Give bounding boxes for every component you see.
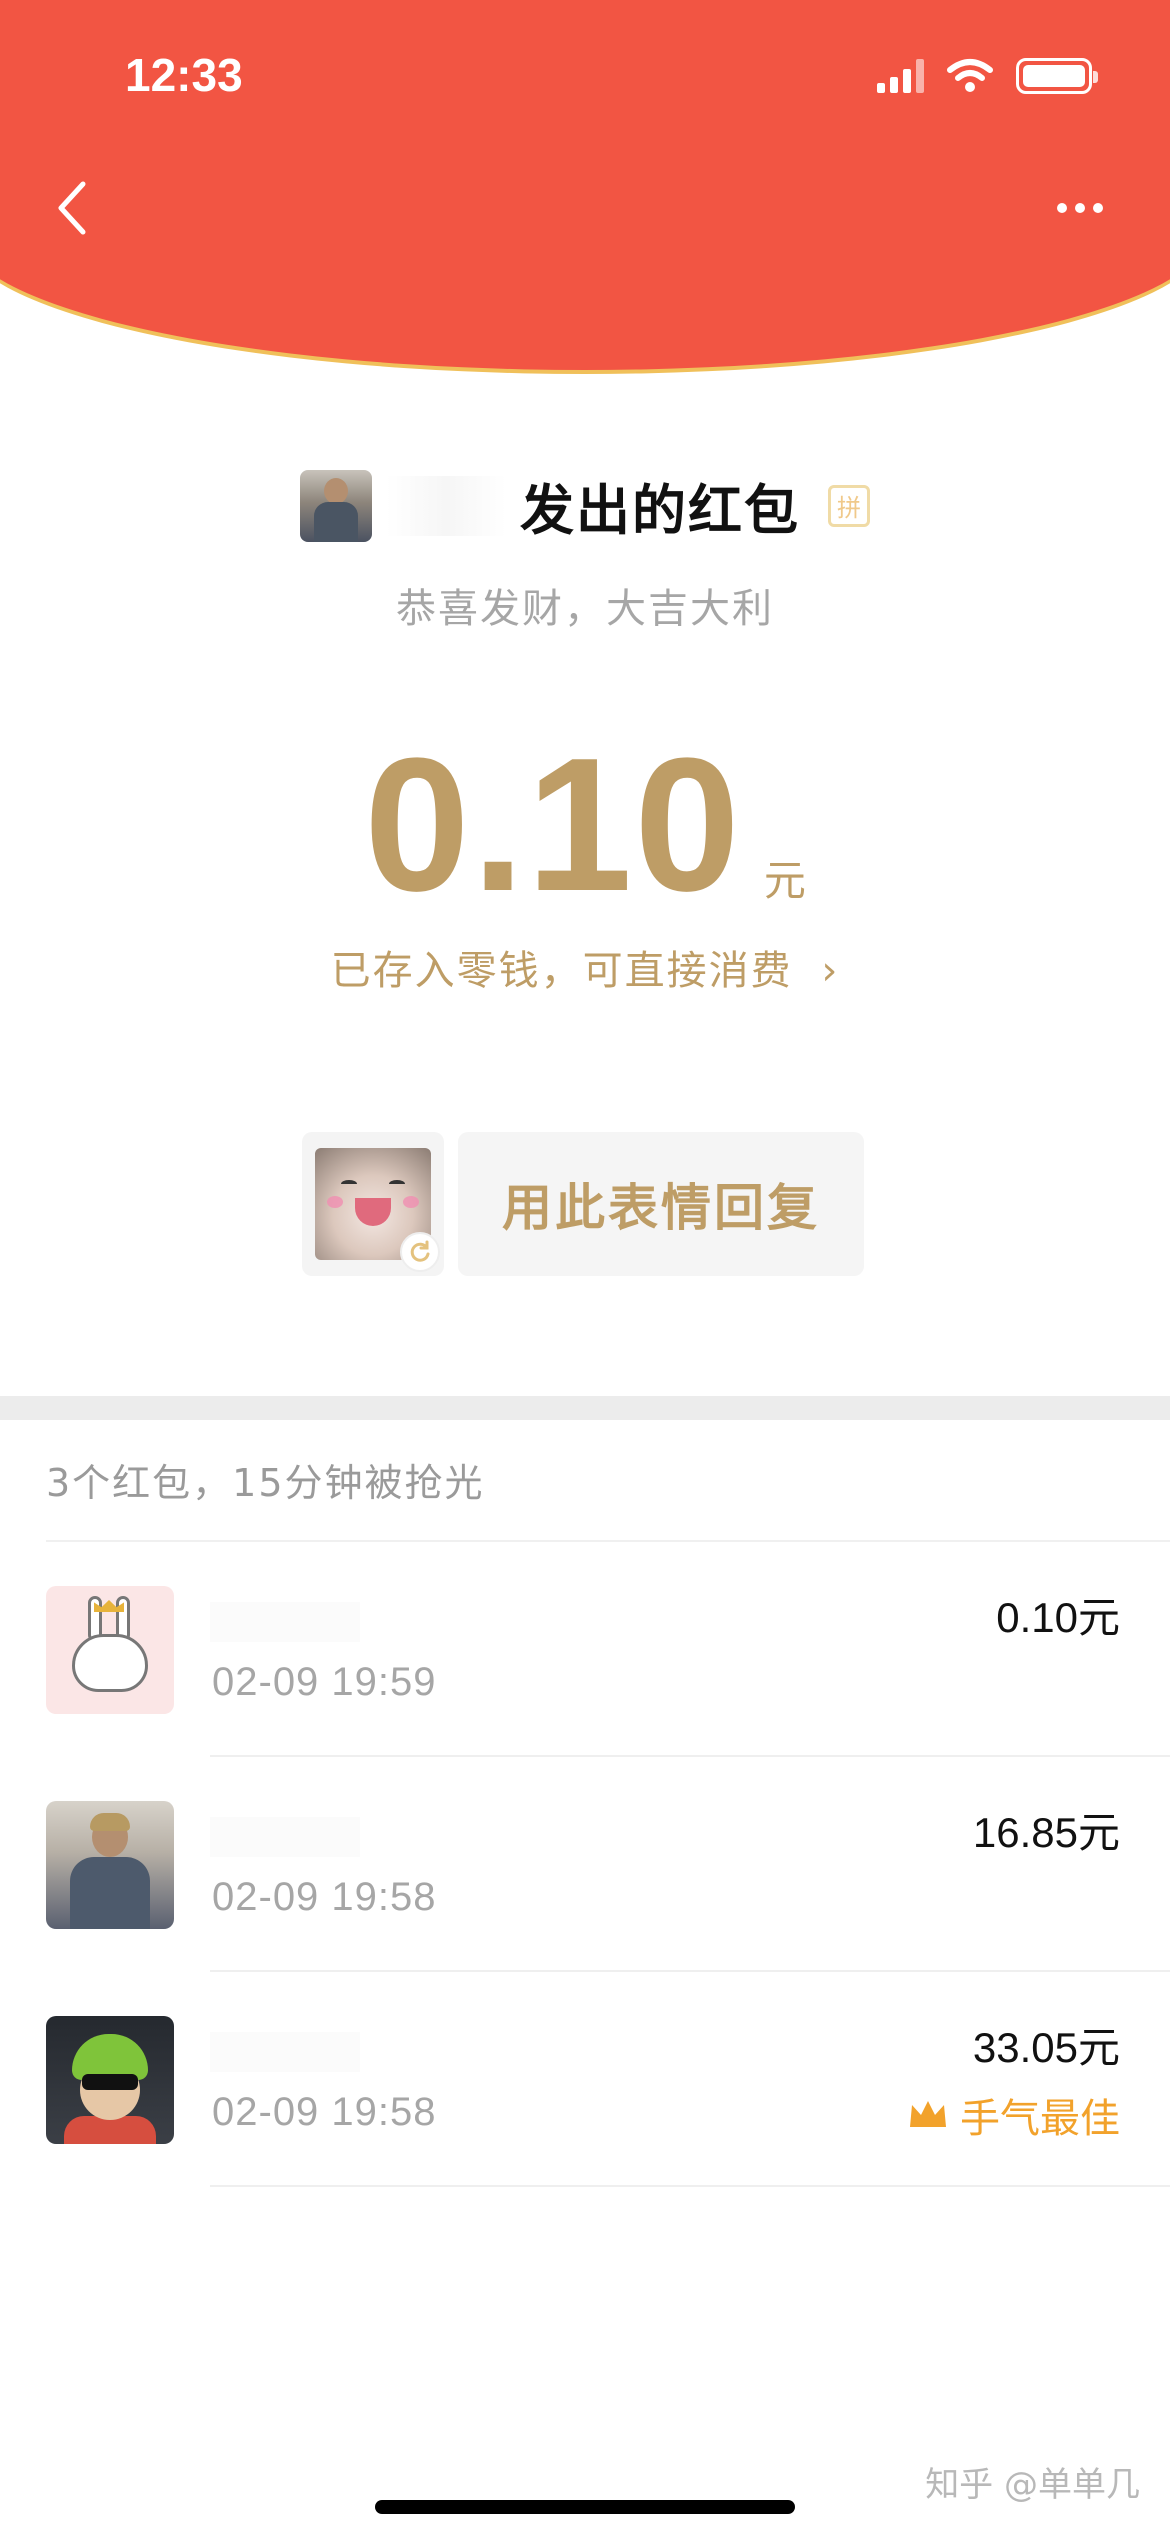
status-time: 12:33 (125, 49, 243, 101)
receive-amount: 33.05元 (972, 2024, 1120, 2071)
refresh-icon[interactable] (400, 1232, 440, 1272)
sender-avatar[interactable] (300, 469, 372, 542)
list-item[interactable]: 02-09 19:59 0.10元 (0, 1542, 1170, 1757)
status-icons (877, 58, 1098, 94)
receiver-name-redacted (210, 2032, 360, 2072)
more-dot-icon (1075, 203, 1085, 213)
deposit-link[interactable]: 已存入零钱，可直接消费 › (0, 938, 1170, 996)
receiver-name-redacted (210, 1602, 360, 1642)
deposit-link-label: 已存入零钱，可直接消费 (330, 948, 793, 994)
red-packet-detail-page: 12:33 发出的红包 拼 恭喜发财，大吉大利 0.10 元 已存入零钱，可直接… (0, 0, 1170, 2532)
best-luck-label: 手气最佳 (960, 2096, 1120, 2142)
more-options-button[interactable] (1040, 178, 1120, 238)
receiver-name-redacted (210, 1817, 360, 1857)
sender-name-redacted (386, 475, 506, 536)
back-button[interactable] (42, 168, 102, 248)
chevron-right-icon: › (821, 948, 840, 994)
row-divider (210, 2185, 1170, 2187)
man-avatar[interactable] (46, 1801, 174, 1929)
pin-badge: 拼 (828, 484, 870, 527)
sticker-reply-row: 用此表情回复 (302, 1132, 864, 1276)
amount-row: 0.10 元 (0, 730, 1170, 920)
list-item[interactable]: 02-09 19:58 16.85元 (0, 1757, 1170, 1972)
crown-icon (910, 2101, 946, 2127)
chevron-left-icon (58, 181, 86, 235)
more-dot-icon (1057, 203, 1067, 213)
blessing-text: 恭喜发财，大吉大利 (396, 586, 774, 632)
sticker-thumbnail[interactable] (302, 1132, 444, 1276)
battery-icon (1016, 58, 1098, 94)
rabbit-avatar[interactable] (46, 1586, 174, 1714)
sender-row: 发出的红包 拼 (0, 466, 1170, 545)
wifi-icon (947, 59, 993, 92)
receive-time: 02-09 19:58 (212, 1875, 437, 1919)
receive-amount: 0.10元 (996, 1594, 1120, 1641)
list-item[interactable]: 02-09 19:58 33.05元 手气最佳 (0, 1972, 1170, 2187)
best-luck-badge: 手气最佳 (908, 2086, 1120, 2144)
receive-time: 02-09 19:58 (212, 2090, 437, 2134)
amount-value: 0.10 (364, 719, 742, 931)
more-dot-icon (1093, 203, 1103, 213)
section-divider (0, 1396, 1170, 1420)
receive-time: 02-09 19:59 (212, 1660, 437, 1704)
rapper-avatar[interactable] (46, 2016, 174, 2144)
amount-unit: 元 (763, 856, 806, 905)
reply-with-sticker-button[interactable]: 用此表情回复 (458, 1132, 864, 1276)
signal-icon (877, 59, 924, 93)
receive-amount: 16.85元 (972, 1809, 1120, 1856)
sender-title: 发出的红包 (520, 479, 800, 542)
summary-text: 3个红包，15分钟被抢光 (46, 1461, 485, 1505)
home-indicator[interactable] (375, 2500, 795, 2514)
watermark-text: 知乎 @单单几 (925, 2465, 1140, 2505)
